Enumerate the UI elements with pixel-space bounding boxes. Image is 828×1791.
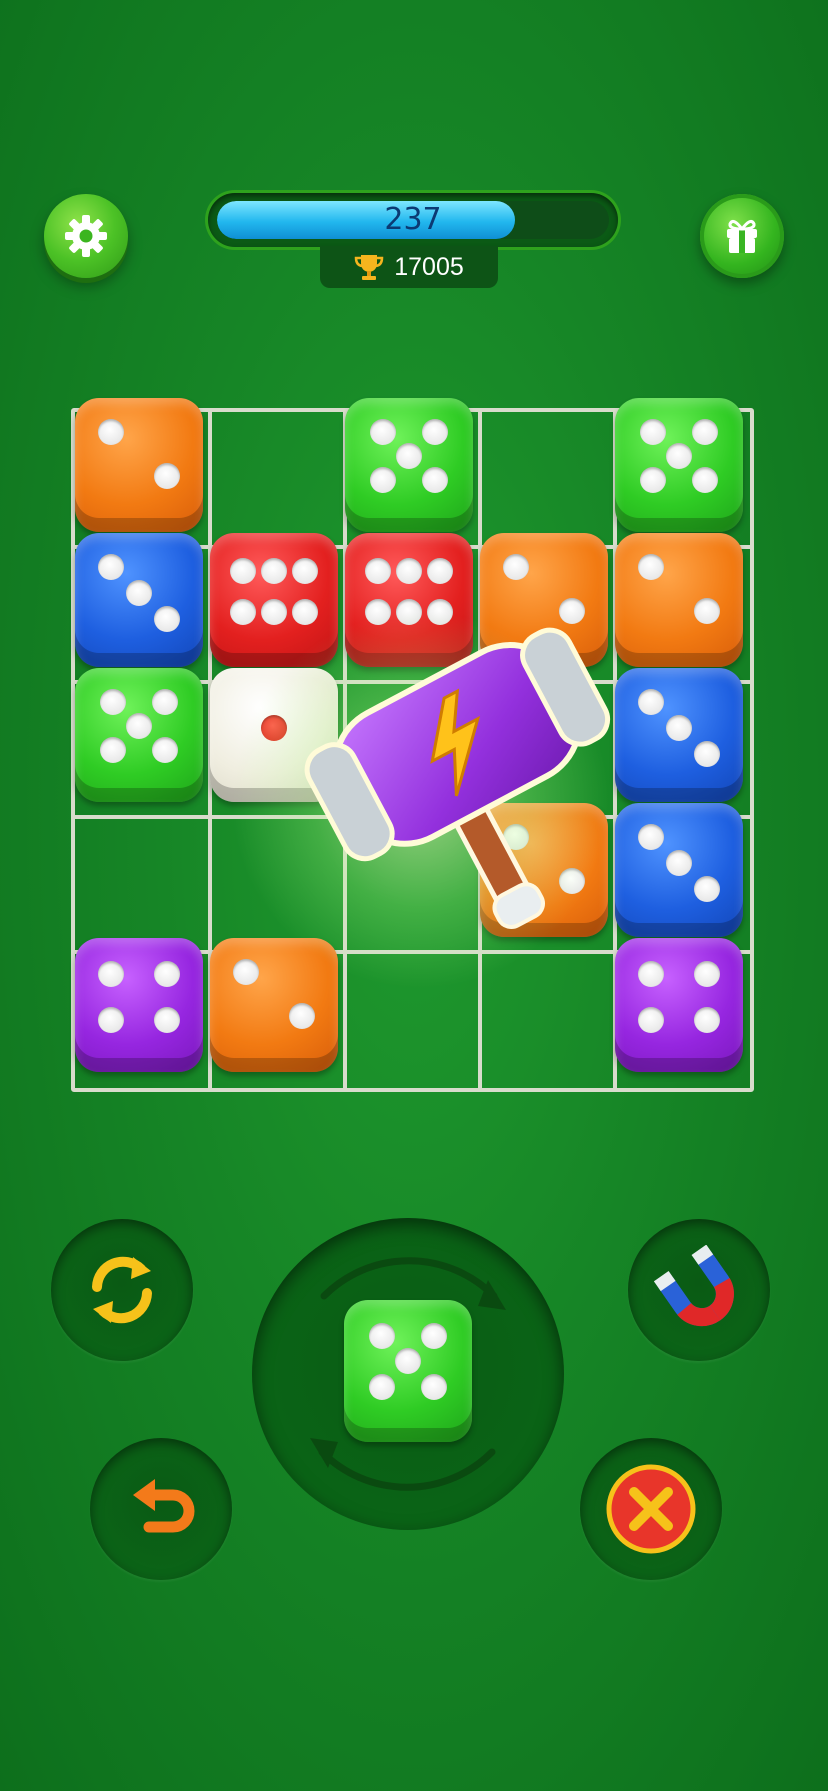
die-pip — [694, 1006, 721, 1033]
die-pip — [421, 418, 448, 445]
die-pip — [637, 961, 664, 987]
magnet-button[interactable] — [628, 1219, 770, 1361]
die-pip — [97, 961, 124, 987]
die-pip — [666, 850, 692, 876]
purple-die — [615, 938, 743, 1072]
level-progress-bar: 237 — [208, 193, 618, 247]
die-pip — [420, 1374, 447, 1401]
die-pip — [154, 961, 181, 987]
refresh-icon — [92, 1256, 152, 1324]
die-pip — [694, 598, 721, 624]
die-pip — [396, 442, 422, 469]
die-pip — [100, 688, 127, 715]
blue-die — [75, 533, 203, 667]
green-die — [345, 398, 473, 532]
die-pip — [100, 736, 127, 763]
die-pip — [691, 466, 718, 493]
die-pip — [694, 741, 721, 768]
green-die — [615, 398, 743, 532]
purple-die — [75, 938, 203, 1072]
undo-icon — [133, 1479, 195, 1533]
hammer-icon[interactable] — [290, 620, 620, 960]
magnet-icon — [654, 1245, 734, 1327]
blue-die — [615, 668, 743, 802]
die-pip — [154, 463, 181, 489]
die-pip — [426, 558, 453, 585]
die-pip — [421, 466, 448, 493]
die-pip — [97, 418, 124, 445]
die-pip — [396, 558, 422, 585]
die-pip — [230, 558, 257, 585]
die-pip — [232, 958, 259, 985]
die-pip — [151, 736, 178, 763]
progress-value: 237 — [384, 202, 442, 237]
orange-die — [615, 533, 743, 667]
die-pip — [369, 1322, 396, 1349]
gift-button[interactable] — [700, 194, 784, 278]
close-icon — [606, 1464, 696, 1554]
die-pip — [395, 1348, 421, 1375]
gear-icon — [65, 215, 107, 257]
die-pip — [369, 1374, 396, 1401]
die-pip — [666, 442, 692, 469]
die-pip — [420, 1322, 447, 1349]
die-pip — [370, 418, 397, 445]
die-pip — [370, 466, 397, 493]
die-pip — [640, 418, 667, 445]
score-display: 17005 — [320, 246, 498, 288]
green-die — [344, 1300, 472, 1442]
orange-die — [75, 398, 203, 532]
die-pip — [261, 558, 287, 585]
die-pip — [97, 1006, 124, 1033]
die-pip — [154, 606, 181, 633]
die-pip — [97, 553, 124, 580]
die-pip — [502, 553, 529, 580]
green-die — [75, 668, 203, 802]
trophy-icon — [354, 255, 384, 280]
die-pip — [637, 823, 664, 850]
next-die-tray — [252, 1218, 564, 1530]
blue-die — [615, 803, 743, 937]
die-pip — [291, 558, 318, 585]
die-pip — [666, 715, 692, 741]
die-pip — [637, 553, 664, 580]
die-pip — [289, 1003, 316, 1029]
die-pip — [365, 558, 392, 585]
die-pip — [154, 1006, 181, 1033]
die-pip — [637, 1006, 664, 1033]
gift-icon — [727, 219, 757, 253]
cancel-button[interactable] — [580, 1438, 722, 1580]
die-pip — [126, 580, 152, 606]
die-pip — [691, 418, 718, 445]
score-value: 17005 — [394, 252, 464, 281]
undo-button[interactable] — [90, 1438, 232, 1580]
die-pip — [151, 688, 178, 715]
die-pip — [694, 876, 721, 903]
die-pip — [637, 688, 664, 715]
die-pip — [126, 712, 152, 739]
die-pip — [694, 961, 721, 987]
refresh-button[interactable] — [51, 1219, 193, 1361]
die-pip — [230, 599, 257, 626]
die-pip — [640, 466, 667, 493]
die-pip — [261, 599, 287, 626]
settings-button[interactable] — [44, 194, 128, 278]
